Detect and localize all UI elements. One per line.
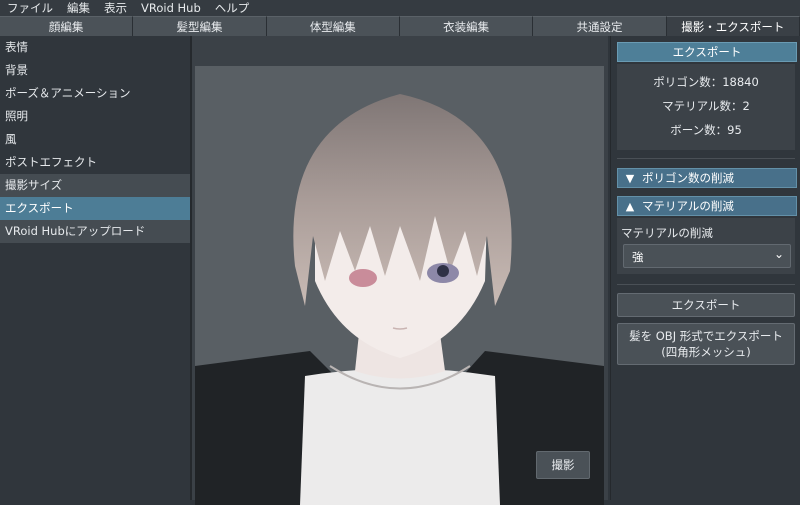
left-item-pose-animation[interactable]: ポーズ＆アニメーション: [0, 82, 190, 105]
polygon-reduction-section[interactable]: ▼ ポリゴン数の削減: [617, 168, 797, 188]
right-panel: エクスポート ポリゴン数：18840 マテリアル数：2 ボーン数：95 ▼ ポリ…: [610, 36, 800, 500]
left-item-lighting[interactable]: 照明: [0, 105, 190, 128]
tab-photo-export[interactable]: 撮影・エクスポート: [667, 16, 800, 36]
tab-face-edit[interactable]: 顔編集: [0, 16, 133, 36]
export-hair-obj-line2: (四角形メッシュ): [661, 344, 750, 360]
material-count: マテリアル数：2: [617, 94, 795, 118]
tab-body-edit[interactable]: 体型編集: [267, 16, 400, 36]
left-item-shoot-size[interactable]: 撮影サイズ: [0, 174, 190, 197]
chevron-down-icon: ▼: [618, 172, 642, 185]
left-panel: 表情 背景 ポーズ＆アニメーション 照明 風 ポストエフェクト 撮影サイズ エク…: [0, 36, 192, 500]
menu-bar: ファイル 編集 表示 VRoid Hub ヘルプ: [0, 0, 800, 16]
left-item-export[interactable]: エクスポート: [0, 197, 190, 220]
character-preview: [195, 66, 604, 505]
left-item-vroid-hub-upload[interactable]: VRoid Hubにアップロード: [0, 220, 190, 243]
export-header: エクスポート: [617, 42, 797, 62]
material-reduction-section[interactable]: ▲ マテリアルの削減: [617, 196, 797, 216]
export-hair-obj-button[interactable]: 髪を OBJ 形式でエクスポート (四角形メッシュ): [617, 323, 795, 365]
material-reduction-panel: マテリアルの削減 強 ⌄: [617, 218, 795, 274]
left-eye: [349, 269, 377, 287]
menu-help[interactable]: ヘルプ: [208, 0, 257, 16]
character-viewport[interactable]: [195, 66, 604, 505]
chevron-up-icon: ▲: [618, 200, 642, 213]
material-reduction-select[interactable]: 強 ⌄: [623, 244, 791, 268]
tab-common-settings[interactable]: 共通設定: [533, 16, 666, 36]
chevron-down-icon: ⌄: [774, 247, 784, 261]
center-area: [192, 36, 608, 500]
left-item-background[interactable]: 背景: [0, 59, 190, 82]
material-reduction-value: 強: [632, 249, 644, 265]
export-hair-obj-line1: 髪を OBJ 形式でエクスポート: [629, 328, 783, 344]
tab-outfit-edit[interactable]: 衣装編集: [400, 16, 533, 36]
export-button[interactable]: エクスポート: [617, 293, 795, 317]
material-reduction-title: マテリアルの削減: [642, 198, 734, 214]
model-stats: ポリゴン数：18840 マテリアル数：2 ボーン数：95: [617, 64, 795, 150]
menu-file[interactable]: ファイル: [0, 0, 60, 16]
bone-count: ボーン数：95: [617, 118, 795, 142]
menu-vroid-hub[interactable]: VRoid Hub: [134, 0, 208, 16]
polygon-reduction-label: ポリゴン数の削減: [642, 170, 734, 186]
polygon-count: ポリゴン数：18840: [617, 70, 795, 94]
menu-edit[interactable]: 編集: [60, 0, 97, 16]
material-reduction-field-label: マテリアルの削減: [621, 225, 713, 241]
tab-bar: 顔編集 髪型編集 体型編集 衣装編集 共通設定 撮影・エクスポート: [0, 16, 800, 36]
tab-hair-edit[interactable]: 髪型編集: [133, 16, 266, 36]
shoot-button[interactable]: 撮影: [536, 451, 590, 479]
left-item-expression[interactable]: 表情: [0, 36, 190, 59]
menu-view[interactable]: 表示: [97, 0, 134, 16]
left-item-post-effect[interactable]: ポストエフェクト: [0, 151, 190, 174]
left-item-wind[interactable]: 風: [0, 128, 190, 151]
